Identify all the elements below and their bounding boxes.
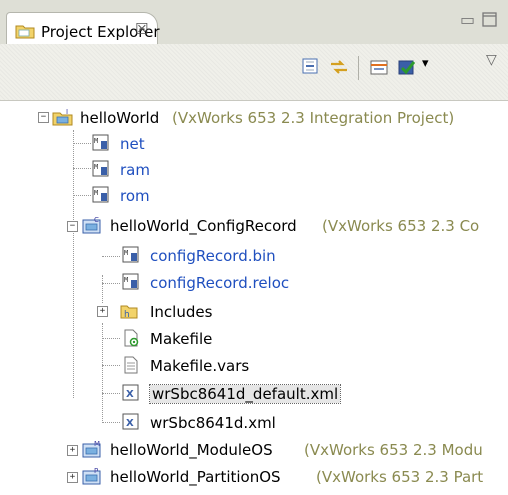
binary-file-icon: M xyxy=(122,246,139,263)
tree-row-ram[interactable]: M ram xyxy=(0,156,200,184)
minimize-icon[interactable]: ▭ xyxy=(460,10,475,29)
includes-icon: h xyxy=(120,305,138,320)
project-decoration: (VxWorks 653 2.3 Co xyxy=(322,217,480,235)
xml-file-icon: X xyxy=(122,413,139,430)
project-name: helloWorld xyxy=(80,109,160,127)
tree-item-label: configRecord.reloc xyxy=(150,274,290,292)
project-decoration: (VxWorks 653 2.3 Part xyxy=(316,468,484,486)
tree-row-rom[interactable]: M rom xyxy=(0,182,200,210)
tree-item-label: Includes xyxy=(150,303,213,321)
makefile-icon xyxy=(124,329,139,347)
tree-row-partition-os[interactable]: + P helloWorld_PartitionOS (VxWorks 653 … xyxy=(0,463,508,491)
tree-item-label: configRecord.bin xyxy=(150,247,276,265)
integration-project-icon: I xyxy=(52,108,73,126)
tree-row-xml[interactable]: X wrSbc8641d.xml xyxy=(0,409,276,437)
view-menu-icon[interactable]: ▽ xyxy=(486,52,497,68)
project-explorer-tab[interactable]: Project Explorer ☒ xyxy=(6,12,160,47)
svg-text:M: M xyxy=(94,137,98,145)
svg-text:P: P xyxy=(94,467,98,475)
toolbar-separator xyxy=(358,56,359,80)
tree-item-label: wrSbc8641d.xml xyxy=(150,414,276,432)
project-name: helloWorld_PartitionOS xyxy=(110,468,281,486)
tree-item-label-selected: wrSbc8641d_default.xml xyxy=(148,384,342,404)
svg-text:M: M xyxy=(94,440,100,448)
collapse-all-icon[interactable] xyxy=(300,56,322,78)
tree-row-config-reloc[interactable]: M configRecord.reloc xyxy=(0,269,289,297)
memory-config-icon: M xyxy=(92,160,109,177)
tree-row-config-record[interactable]: − C helloWorld_ConfigRecord (VxWorks 653… xyxy=(0,212,508,240)
project-name: helloWorld_ConfigRecord xyxy=(110,217,297,235)
svg-text:M: M xyxy=(94,163,98,171)
svg-text:M: M xyxy=(124,276,128,284)
tree-row-net[interactable]: M net xyxy=(0,130,200,158)
project-tree: − I helloWorld (VxWorks 653 2.3 Integrat… xyxy=(0,100,508,495)
link-with-editor-icon[interactable] xyxy=(328,56,350,78)
project-name: helloWorld_ModuleOS xyxy=(110,441,273,459)
dropdown-arrow-icon[interactable]: ▾ xyxy=(422,56,429,71)
svg-text:M: M xyxy=(94,189,98,197)
tree-row-makefile-vars[interactable]: Makefile.vars xyxy=(0,352,260,380)
view-toolbar: ▾ ▽ xyxy=(0,44,508,101)
maximize-icon[interactable] xyxy=(482,12,498,28)
expand-toggle[interactable]: + xyxy=(97,306,108,317)
memory-config-icon: M xyxy=(92,186,109,203)
tree-row-helloworld[interactable]: − I helloWorld (VxWorks 653 2.3 Integrat… xyxy=(0,104,508,132)
folder-icon xyxy=(15,25,35,39)
collapse-toggle[interactable]: − xyxy=(38,112,49,123)
module-os-project-icon: M xyxy=(82,440,101,458)
tree-item-label: ram xyxy=(120,161,150,179)
tree-row-includes[interactable]: + h Includes xyxy=(0,298,260,326)
binary-file-icon: M xyxy=(122,273,139,290)
svg-text:h: h xyxy=(124,310,130,320)
expand-toggle[interactable]: + xyxy=(67,472,78,483)
config-record-project-icon: C xyxy=(82,216,101,234)
svg-text:M: M xyxy=(124,249,128,257)
close-view-icon[interactable]: ☒ xyxy=(135,20,148,38)
memory-config-icon: M xyxy=(92,134,109,151)
tree-item-label: Makefile.vars xyxy=(150,357,250,375)
expand-toggle[interactable]: + xyxy=(67,445,78,456)
svg-text:I: I xyxy=(66,108,68,116)
filter-icon[interactable] xyxy=(368,56,390,78)
project-decoration: (VxWorks 653 2.3 Integration Project) xyxy=(172,109,455,127)
tree-row-module-os[interactable]: + M helloWorld_ModuleOS (VxWorks 653 2.3… xyxy=(0,436,508,464)
xml-file-icon: X xyxy=(122,384,139,401)
tree-item-label: net xyxy=(120,135,145,153)
tree-item-label: rom xyxy=(120,187,150,205)
project-decoration: (VxWorks 653 2.3 Modu xyxy=(304,441,483,459)
tree-item-label: Makefile xyxy=(150,330,213,348)
text-file-icon xyxy=(124,356,138,374)
svg-text:X: X xyxy=(126,418,134,429)
tree-row-config-bin[interactable]: M configRecord.bin xyxy=(0,242,276,270)
build-target-icon[interactable] xyxy=(396,56,418,78)
svg-text:X: X xyxy=(126,389,134,400)
svg-text:C: C xyxy=(94,216,99,224)
collapse-toggle[interactable]: − xyxy=(67,221,78,232)
tree-row-xml-default[interactable]: X wrSbc8641d_default.xml xyxy=(0,380,342,408)
tree-row-makefile[interactable]: Makefile xyxy=(0,325,260,353)
partition-os-project-icon: P xyxy=(82,467,101,485)
